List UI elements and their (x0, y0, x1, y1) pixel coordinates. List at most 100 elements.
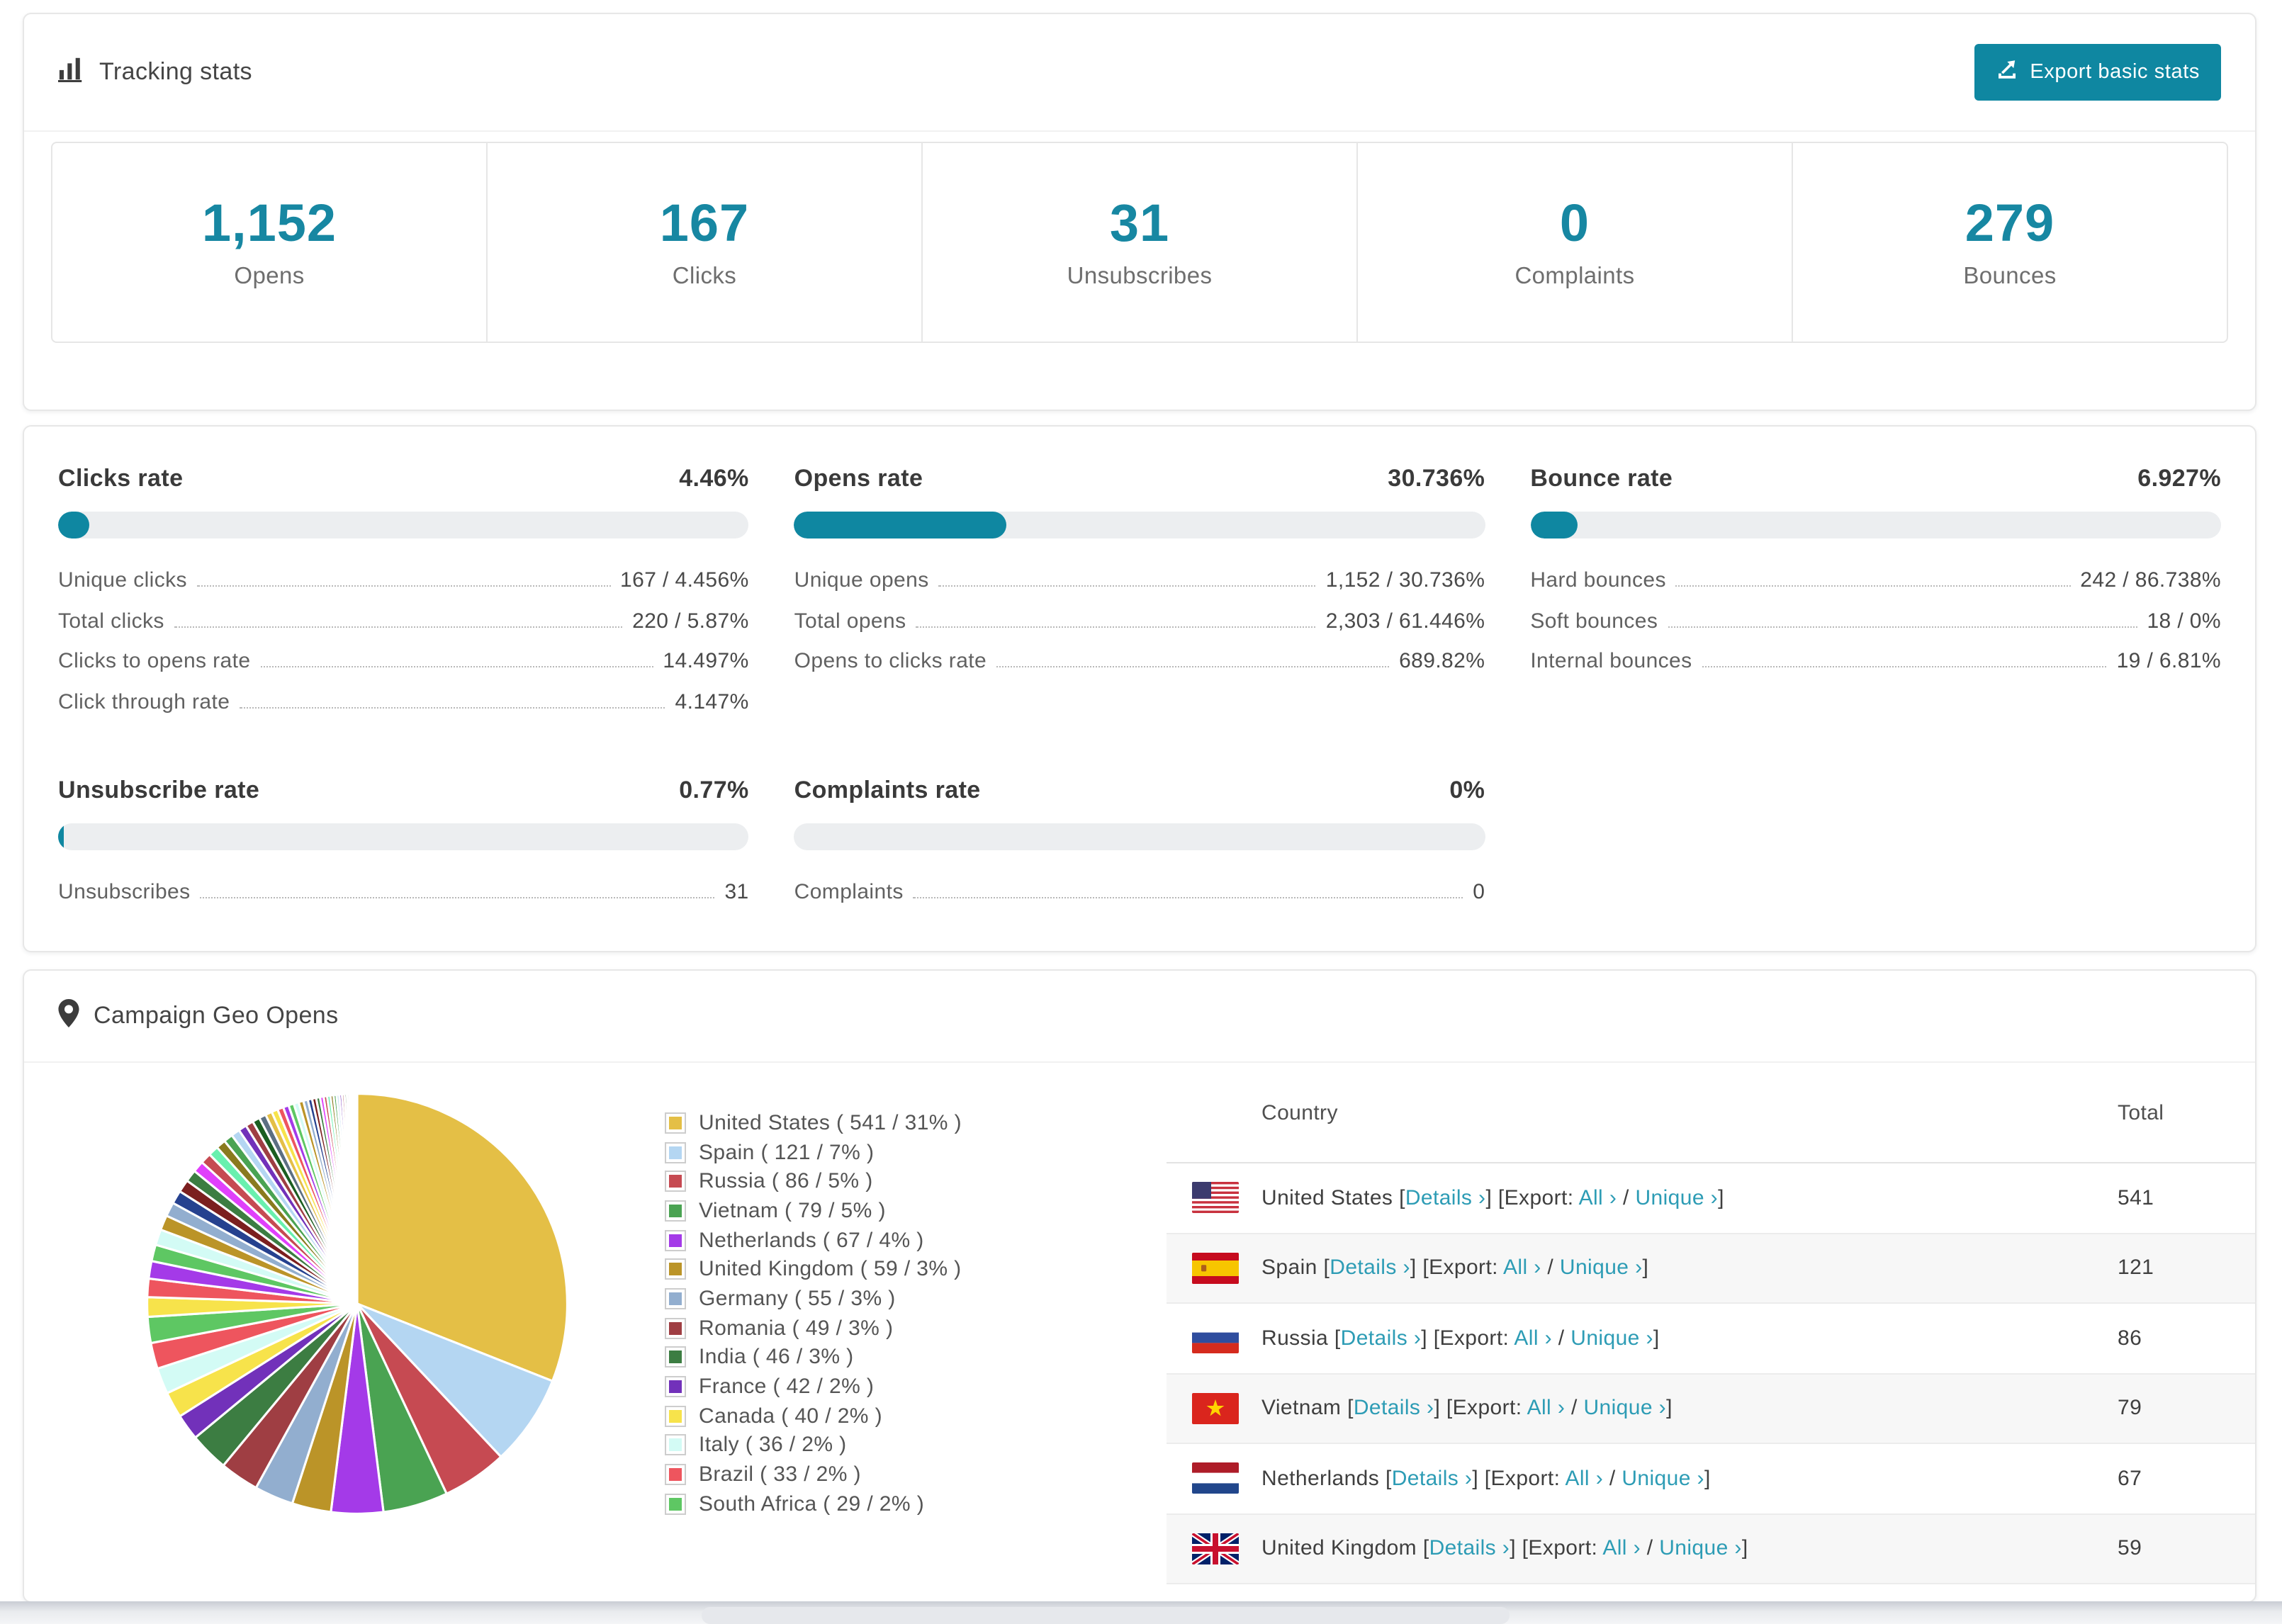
geo-content: United States ( 541 / 31% ) Spain ( 121 … (24, 1063, 2255, 1601)
stat-value: 279 (1965, 194, 2055, 252)
legend-label: Italy ( 36 / 2% ) (699, 1433, 847, 1457)
rate-progress-fill (1530, 512, 1578, 538)
rate-detail-row: Unsubscribes 31 (58, 880, 749, 920)
rate-detail-label: Unsubscribes (58, 880, 191, 904)
geo-table-body: United States [Details ›] [Export: All ›… (1167, 1163, 2255, 1601)
stat-value: 167 (659, 194, 750, 252)
rate-progress-fill (794, 512, 1007, 538)
rate-block: Unsubscribe rate 0.77% Unsubscribes 31 (58, 777, 749, 920)
legend-swatch (665, 1200, 686, 1222)
rate-detail-value: 2,303 / 61.446% (1325, 609, 1485, 633)
map-pin-icon (58, 998, 79, 1034)
dotted-leader (913, 897, 1463, 898)
dotted-leader (260, 666, 653, 667)
details-link[interactable]: Details › (1330, 1256, 1410, 1280)
legend-swatch (665, 1171, 686, 1192)
country-name: Spain (1261, 1256, 1317, 1280)
rate-detail-row: Click through rate 4.147% (58, 689, 749, 730)
tracking-stats-label: Tracking stats (99, 58, 252, 85)
export-all-link[interactable]: All › (1602, 1537, 1641, 1561)
geo-table-row: Spain [Details ›] [Export: All › / Uniqu… (1167, 1234, 2255, 1304)
stat-value: 1,152 (201, 194, 337, 252)
export-unique-link[interactable]: Unique › (1659, 1537, 1742, 1561)
horizontal-scrollbar-thumb[interactable] (702, 1607, 1510, 1624)
country-total: 86 (2118, 1326, 2142, 1350)
export-unique-link[interactable]: Unique › (1583, 1397, 1666, 1421)
rate-detail-row: Soft bounces 18 / 0% (1530, 609, 2221, 649)
legend-label: Vietnam ( 79 / 5% ) (699, 1198, 886, 1223)
tracking-stats-header: Tracking stats Export basic stats (24, 14, 2255, 132)
geo-table-row: Germany [Details ›] [Export: All › / Uni… (1167, 1584, 2255, 1601)
tracking-stats-card: Tracking stats Export basic stats 1,152 … (23, 13, 2256, 411)
country-flag-icon (1192, 1462, 1239, 1494)
summary-stats-row: 1,152 Opens 167 Clicks 31 Unsubscribes 0… (51, 142, 2228, 343)
rate-detail-value: 220 / 5.87% (632, 609, 749, 633)
country-name: Vietnam (1261, 1396, 1342, 1421)
rate-progress-track (58, 823, 749, 850)
rate-detail-label: Click through rate (58, 689, 230, 714)
export-all-link[interactable]: All › (1503, 1256, 1541, 1280)
legend-item: India ( 46 / 3% ) (665, 1343, 962, 1372)
summary-stat-cell: 1,152 Opens (52, 143, 488, 342)
total-column-header: Total (2118, 1100, 2164, 1124)
rate-detail-row: Complaints 0 (794, 880, 1485, 920)
rate-detail-value: 18 / 0% (2147, 609, 2221, 633)
legend-label: United Kingdom ( 59 / 3% ) (699, 1257, 962, 1282)
legend-item: United States ( 541 / 31% ) (665, 1108, 962, 1137)
rate-detail-value: 689.82% (1399, 649, 1485, 673)
legend-label: Romania ( 49 / 3% ) (699, 1316, 894, 1341)
rate-detail-label: Soft bounces (1530, 609, 1658, 633)
export-basic-stats-button[interactable]: Export basic stats (1974, 44, 2221, 101)
geo-table-row: Vietnam [Details ›] [Export: All › / Uni… (1167, 1374, 2255, 1444)
legend-item: Spain ( 121 / 7% ) (665, 1137, 962, 1166)
dotted-leader (1668, 626, 2137, 627)
legend-swatch (665, 1376, 686, 1398)
export-all-link[interactable]: All › (1514, 1326, 1552, 1350)
rate-detail-label: Complaints (794, 880, 904, 904)
summary-stat-cell: 31 Unsubscribes (923, 143, 1358, 342)
legend-label: South Africa ( 29 / 2% ) (699, 1492, 925, 1516)
stat-value: 31 (1109, 194, 1170, 252)
country-name: Russia (1261, 1326, 1329, 1350)
legend-item: Romania ( 49 / 3% ) (665, 1314, 962, 1343)
country-total: 79 (2118, 1396, 2142, 1421)
geo-table-row: United Kingdom [Details ›] [Export: All … (1167, 1514, 2255, 1584)
rate-detail-label: Hard bounces (1530, 568, 1666, 592)
rate-title: Clicks rate (58, 465, 184, 492)
details-link[interactable]: Details › (1429, 1537, 1510, 1561)
export-unique-link[interactable]: Unique › (1621, 1467, 1704, 1491)
export-all-link[interactable]: All › (1565, 1467, 1603, 1491)
details-link[interactable]: Details › (1392, 1467, 1473, 1491)
stat-value: 0 (1559, 194, 1590, 252)
rate-detail-value: 1,152 / 30.736% (1325, 568, 1485, 592)
legend-item: South Africa ( 29 / 2% ) (665, 1489, 962, 1518)
rate-block: Opens rate 30.736% Unique opens 1,152 / … (794, 465, 1485, 730)
rates-card: Clicks rate 4.46% Unique clicks 167 / 4.… (23, 425, 2256, 952)
rate-detail-value: 4.147% (675, 689, 749, 714)
rate-detail-row: Unique clicks 167 / 4.456% (58, 568, 749, 609)
summary-stat-cell: 0 Complaints (1358, 143, 1793, 342)
rate-progress-track (1530, 512, 2221, 538)
details-link[interactable]: Details › (1354, 1397, 1434, 1421)
country-name: Netherlands (1261, 1466, 1380, 1491)
export-all-link[interactable]: All › (1579, 1186, 1617, 1210)
details-link[interactable]: Details › (1405, 1186, 1486, 1210)
dotted-leader (916, 626, 1316, 627)
rate-detail-row: Total clicks 220 / 5.87% (58, 609, 749, 649)
details-link[interactable]: Details › (1341, 1326, 1422, 1350)
rate-title: Complaints rate (794, 777, 981, 803)
dotted-leader (196, 585, 611, 587)
legend-swatch (665, 1141, 686, 1163)
country-flag-icon (1192, 1182, 1239, 1214)
export-all-link[interactable]: All › (1527, 1397, 1566, 1421)
summary-stat-cell: 167 Clicks (488, 143, 923, 342)
export-unique-link[interactable]: Unique › (1635, 1186, 1718, 1210)
geo-title-label: Campaign Geo Opens (94, 1002, 339, 1029)
rate-detail-row: Clicks to opens rate 14.497% (58, 649, 749, 689)
rate-detail-value: 19 / 6.81% (2116, 649, 2221, 673)
export-unique-link[interactable]: Unique › (1560, 1256, 1643, 1280)
legend-item: Netherlands ( 67 / 4% ) (665, 1226, 962, 1255)
legend-swatch (665, 1493, 686, 1515)
rate-block: Bounce rate 6.927% Hard bounces 242 / 86… (1530, 465, 2221, 730)
export-unique-link[interactable]: Unique › (1570, 1326, 1653, 1350)
